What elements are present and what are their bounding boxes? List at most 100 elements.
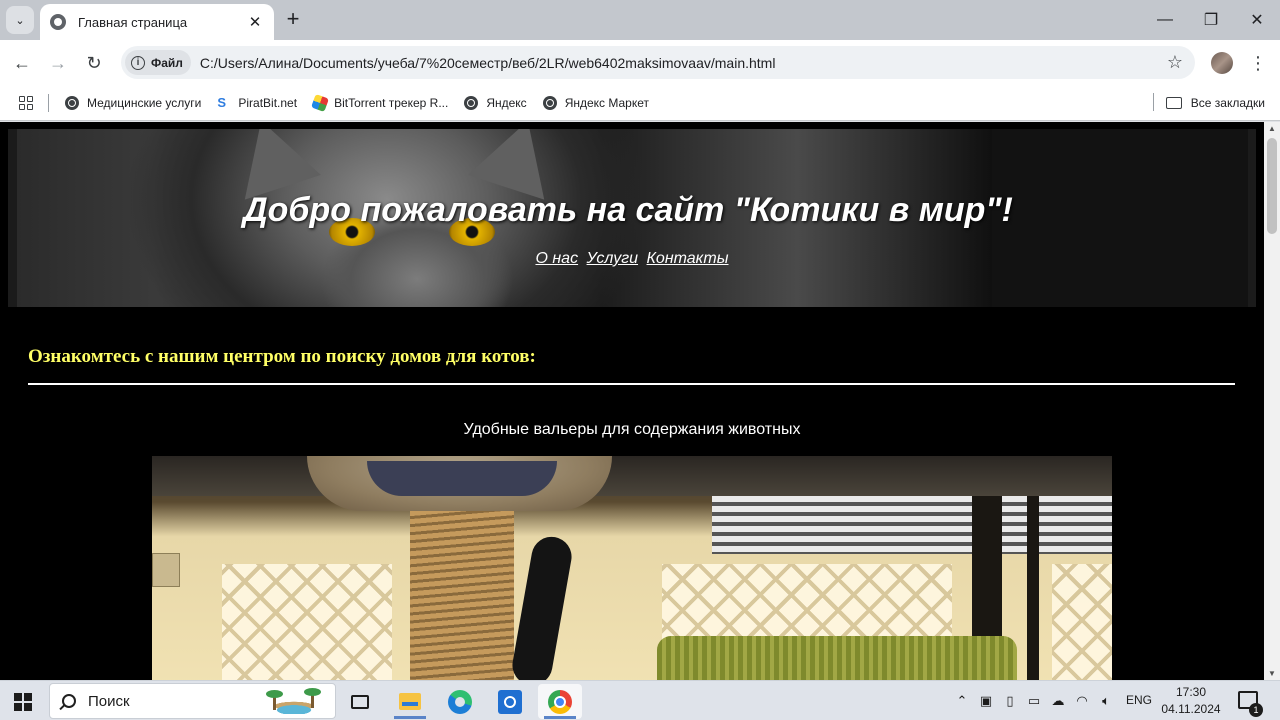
lattice-panel: [1052, 564, 1112, 680]
store-icon: [498, 689, 522, 714]
globe-icon: [464, 95, 479, 110]
cat-platform: [307, 456, 612, 511]
hero-banner: Добро пожаловать на сайт "Котики в мир"!…: [8, 129, 1256, 307]
nav-link-contacts[interactable]: Контакты: [647, 250, 729, 267]
bookmark-star-icon[interactable]: ☆: [1155, 52, 1195, 73]
notification-badge: 1: [1249, 703, 1263, 717]
nav-link-about[interactable]: О нас: [535, 250, 578, 267]
bookmark-piratbit[interactable]: S PiratBit.net: [217, 94, 298, 110]
restore-button[interactable]: ❐: [1188, 0, 1234, 40]
ceiling-beam: [152, 456, 1112, 496]
cat-bed: [657, 636, 1017, 680]
info-icon: i: [131, 55, 145, 70]
profile-avatar[interactable]: [1211, 52, 1233, 74]
page-scrollbar[interactable]: ▲ ▼: [1264, 122, 1280, 680]
browser-menu-icon[interactable]: ⋮: [1248, 50, 1268, 76]
frame-post: [1027, 496, 1039, 680]
edge-button[interactable]: [438, 684, 482, 719]
tab-strip: ⌄ Главная страница ✕ + — ❐ ✕: [0, 0, 1280, 40]
window-controls: — ❐ ✕: [1142, 0, 1280, 40]
file-explorer-icon: [399, 693, 421, 710]
minimize-button[interactable]: —: [1142, 0, 1188, 40]
battery-icon[interactable]: ▭: [1022, 693, 1046, 709]
bittorrent-icon: [311, 93, 330, 112]
clock-date: 04.11.2024: [1161, 702, 1221, 716]
file-label: Файл: [151, 55, 183, 70]
tab-title: Главная страница: [78, 14, 188, 30]
wifi-icon[interactable]: ◠: [1070, 693, 1094, 709]
hero-title: Добро пожаловать на сайт "Котики в мир"!: [243, 191, 1013, 229]
tab-main-page[interactable]: Главная страница ✕: [40, 4, 274, 40]
network-device-icon[interactable]: ▣: [974, 693, 998, 709]
clock[interactable]: 17:30 04.11.2024: [1158, 684, 1224, 718]
bookmarks-divider: [1153, 93, 1154, 111]
close-tab-icon[interactable]: ✕: [246, 13, 264, 31]
section-title: Ознакомтесь с нашим центром по поиску до…: [28, 346, 536, 367]
phone-link-icon[interactable]: ▯: [998, 693, 1022, 709]
cat-ear: [468, 129, 566, 200]
chrome-button[interactable]: [538, 684, 582, 719]
file-explorer-button[interactable]: [388, 684, 432, 719]
taskbar-search[interactable]: Поиск: [49, 683, 336, 719]
globe-icon: [542, 95, 557, 110]
system-tray: ⌃ ▣ ▯ ▭ ☁ ◠ 🔈︎: [950, 681, 1118, 720]
tab-search-button[interactable]: ⌄: [6, 6, 34, 34]
image-caption: Удобные вальеры для содержания животных: [463, 421, 801, 438]
chrome-icon: [548, 689, 572, 714]
site-info-chip[interactable]: i Файл: [125, 50, 191, 75]
page-viewport: Добро пожаловать на сайт "Котики в мир"!…: [0, 122, 1264, 680]
bookmarks-divider: [48, 93, 49, 112]
bookmark-label: Яндекс: [486, 95, 527, 110]
search-highlight-image: [259, 688, 329, 714]
bookmark-yandex-market[interactable]: Яндекс Маркет: [542, 95, 650, 110]
piratbit-icon: S: [217, 94, 227, 110]
browser-toolbar: ← → ↻ i Файл C:/Users/Алина/Documents/уч…: [0, 40, 1280, 85]
bookmark-label: BitTorrent трекер R...: [334, 95, 449, 110]
all-bookmarks-label: Все закладки: [1190, 95, 1265, 110]
bookmark-bittorrent[interactable]: BitTorrent трекер R...: [311, 93, 449, 112]
bookmark-yandex[interactable]: Яндекс: [464, 95, 527, 110]
scroll-down-icon[interactable]: ▼: [1268, 669, 1276, 678]
search-label: Поиск: [88, 692, 130, 710]
all-bookmarks-button[interactable]: Все закладки: [1165, 85, 1265, 120]
cat-ear: [223, 129, 321, 200]
windows-start-icon[interactable]: [14, 693, 32, 711]
task-view-icon: [351, 694, 369, 709]
cloud-icon[interactable]: ☁: [1046, 693, 1070, 709]
lattice-panel: [222, 564, 392, 680]
forward-button[interactable]: →: [44, 49, 72, 77]
bookmark-label: Яндекс Маркет: [564, 95, 650, 110]
bookmark-label: Медицинские услуги: [87, 95, 202, 110]
clock-time: 17:30: [1175, 685, 1207, 699]
back-button[interactable]: ←: [8, 49, 36, 77]
new-tab-button[interactable]: +: [282, 8, 304, 32]
bookmark-medical[interactable]: Медицинские услуги: [65, 95, 202, 110]
hinge: [152, 553, 180, 587]
folder-icon: [1165, 96, 1182, 109]
chevron-down-icon: ⌄: [15, 14, 25, 27]
bookmark-label: PiratBit.net: [238, 95, 298, 110]
scroll-thumb[interactable]: [1267, 138, 1277, 234]
edge-icon: [448, 689, 472, 714]
horizontal-rule: [28, 383, 1235, 385]
bookmarks-bar: Медицинские услуги S PiratBit.net BitTor…: [0, 85, 1280, 121]
windows-taskbar: Поиск ⌃ ▣ ▯ ▭ ☁ ◠ 🔈︎ ENG 17:30 04.11.202…: [0, 680, 1280, 720]
scroll-up-icon[interactable]: ▲: [1268, 124, 1276, 133]
search-icon: [62, 694, 76, 708]
task-view-button[interactable]: [338, 684, 382, 719]
close-window-button[interactable]: ✕: [1234, 0, 1280, 40]
language-indicator[interactable]: ENG: [1126, 693, 1152, 707]
apps-grid-icon[interactable]: [19, 95, 33, 110]
blinds: [712, 496, 1112, 554]
reload-button[interactable]: ↻: [80, 49, 108, 77]
cat-tail: [509, 533, 575, 680]
store-button[interactable]: [488, 684, 532, 719]
globe-icon: [65, 95, 79, 110]
url-text[interactable]: C:/Users/Алина/Documents/учеба/7%20семес…: [200, 55, 1155, 71]
enclosure-photo: [152, 456, 1112, 680]
volume-icon[interactable]: 🔈︎: [1094, 693, 1118, 709]
address-bar[interactable]: i Файл C:/Users/Алина/Documents/учеба/7%…: [121, 46, 1195, 79]
nav-link-services[interactable]: Услуги: [587, 250, 639, 267]
hero-nav: О нас Услуги Контакты: [8, 250, 1256, 268]
chevron-up-icon[interactable]: ⌃: [950, 693, 974, 709]
